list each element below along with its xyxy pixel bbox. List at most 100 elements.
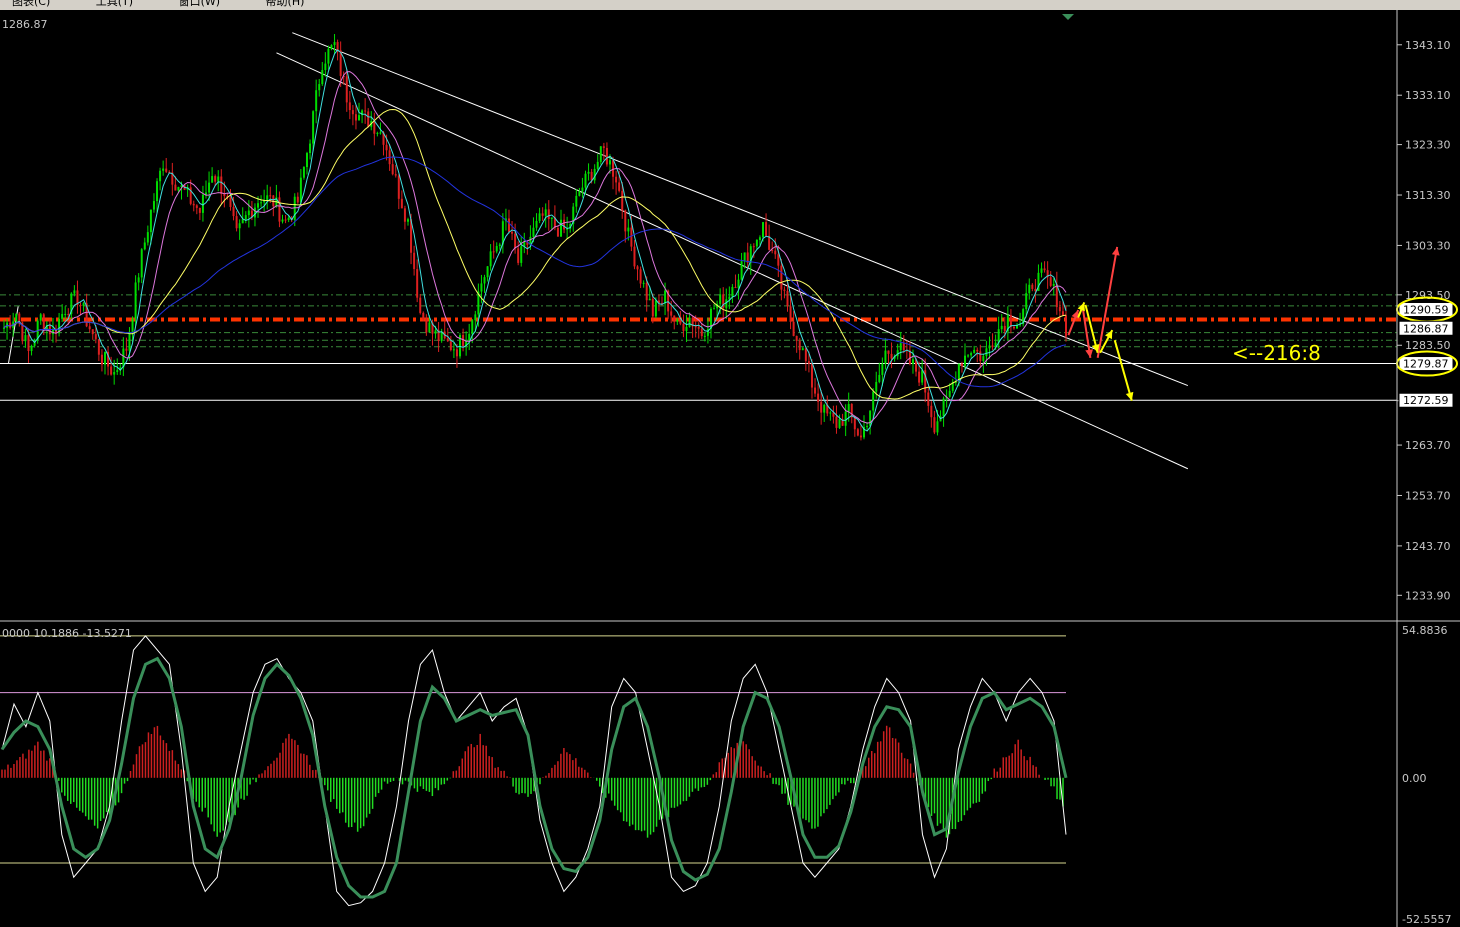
candle-body xyxy=(159,170,162,182)
candle-body xyxy=(642,282,645,284)
candle-body xyxy=(774,250,777,255)
candle-body xyxy=(881,363,884,375)
candle-body xyxy=(973,349,976,353)
candle-body xyxy=(257,203,260,208)
candle-body xyxy=(532,227,535,237)
candle-body xyxy=(713,308,716,310)
candle-body xyxy=(507,218,510,232)
candle-body xyxy=(664,290,667,304)
candle-body xyxy=(596,161,599,169)
candle-body xyxy=(1058,307,1061,312)
candle-body xyxy=(535,220,538,228)
price-axis-label: 1303.30 xyxy=(1405,239,1451,252)
candle-body xyxy=(829,412,832,414)
candle-body xyxy=(520,246,523,263)
candle-body xyxy=(131,318,134,332)
price-axis-label: 1323.30 xyxy=(1405,139,1451,152)
candle-body xyxy=(673,315,676,322)
candle-body xyxy=(495,246,498,252)
candle-body xyxy=(449,341,452,350)
candle-body xyxy=(985,348,988,357)
candle-body xyxy=(511,231,514,234)
oscillator-header: 0000 10.1886 -13.5271 xyxy=(2,627,132,640)
candle-body xyxy=(321,70,324,85)
candle-body xyxy=(253,207,256,218)
candle-body xyxy=(967,355,970,357)
candle-body xyxy=(452,349,455,351)
candle-body xyxy=(942,398,945,417)
candle-body xyxy=(911,359,914,364)
candle-body xyxy=(406,219,409,222)
candle-body xyxy=(645,282,648,301)
menu-item-tools[interactable]: 工具(T) xyxy=(96,0,133,8)
candle-body xyxy=(287,217,290,221)
candle-body xyxy=(358,115,361,121)
candle-body xyxy=(428,322,431,333)
candle-body xyxy=(165,168,168,172)
candle-body xyxy=(875,381,878,392)
candle-body xyxy=(563,219,566,230)
price-tag-label: 1286.87 xyxy=(1403,322,1449,335)
candle-body xyxy=(835,416,838,428)
candle-body xyxy=(296,196,299,203)
candle-body xyxy=(801,348,804,351)
price-tag-label: 1279.87 xyxy=(1403,358,1449,371)
candle-body xyxy=(269,195,272,197)
candle-body xyxy=(91,329,94,335)
candle-body xyxy=(302,167,305,178)
candle-body xyxy=(814,387,817,394)
menu-item-window[interactable]: 窗口(W) xyxy=(179,0,220,8)
candle-body xyxy=(315,90,318,112)
candle-body xyxy=(991,345,994,348)
candle-body xyxy=(9,322,12,328)
candle-body xyxy=(214,176,217,182)
candle-body xyxy=(471,320,474,334)
candle-body xyxy=(930,405,933,418)
candle-body xyxy=(820,401,823,413)
price-chart[interactable]: 1343.101333.101323.301313.301303.301293.… xyxy=(0,10,1460,927)
candle-body xyxy=(336,42,339,51)
candle-body xyxy=(902,343,905,351)
price-tag-label: 1272.59 xyxy=(1403,394,1449,407)
menu-item-help[interactable]: 帮助(H) xyxy=(266,0,305,8)
candle-body xyxy=(241,219,244,224)
candle-body xyxy=(474,314,477,321)
candle-body xyxy=(113,372,116,375)
chart-background xyxy=(0,10,1460,927)
candle-body xyxy=(149,209,152,233)
oscillator-axis-label: -52.5557 xyxy=(1402,913,1451,926)
candle-body xyxy=(578,191,581,196)
price-axis-label: 1243.70 xyxy=(1405,540,1451,553)
candle-body xyxy=(688,317,691,327)
menu-item-chart[interactable]: 图表(C) xyxy=(12,0,50,8)
candle-body xyxy=(220,176,223,194)
candle-body xyxy=(853,417,856,430)
candle-body xyxy=(146,232,149,243)
candle-body xyxy=(379,132,382,134)
candle-body xyxy=(235,216,238,229)
candle-body xyxy=(103,351,106,365)
candle-body xyxy=(97,339,100,355)
candle-body xyxy=(584,173,587,188)
candle-body xyxy=(676,319,679,322)
candle-body xyxy=(318,84,321,91)
candle-body xyxy=(354,114,357,121)
candle-body xyxy=(309,143,312,154)
candle-body xyxy=(547,209,550,220)
candle-body xyxy=(550,217,553,220)
price-axis-label: 1283.50 xyxy=(1405,339,1451,352)
candle-body xyxy=(731,286,734,297)
candle-body xyxy=(100,354,103,365)
candle-body xyxy=(670,311,673,316)
candle-body xyxy=(804,348,807,362)
candle-body xyxy=(639,269,642,284)
candle-body xyxy=(948,390,951,397)
candle-body xyxy=(933,417,936,433)
candle-body xyxy=(373,121,376,134)
candle-body xyxy=(330,45,333,49)
candle-body xyxy=(976,349,979,352)
candle-body xyxy=(312,111,315,144)
price-axis-label: 1343.10 xyxy=(1405,39,1451,52)
candle-body xyxy=(633,246,636,267)
candle-body xyxy=(869,410,872,426)
